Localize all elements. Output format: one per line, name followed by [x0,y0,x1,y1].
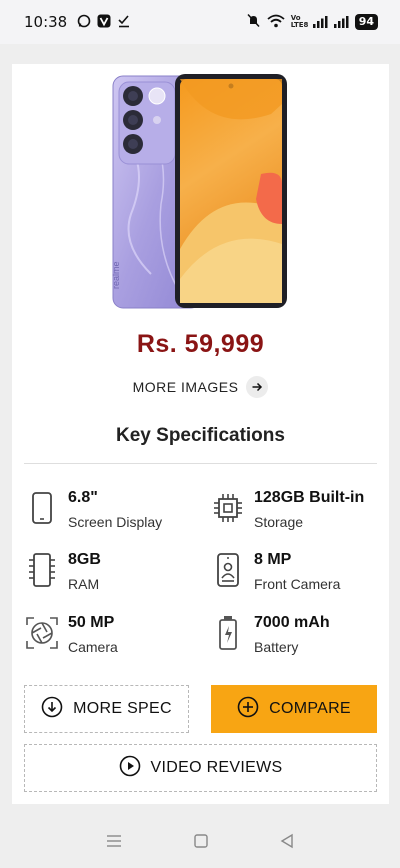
battery-icon [210,613,246,653]
spec-ram: 8GB RAM [24,550,101,594]
mute-icon [246,13,261,32]
product-card: realme Rs. 59,999 MORE IMAGES Key Specif… [12,64,389,804]
spec-battery: 7000 mAh Battery [210,613,330,657]
more-images-link[interactable]: MORE IMAGES [12,376,389,398]
spec-value: 6.8" [68,489,98,506]
spec-value: 8 MP [254,551,292,568]
spec-value: 50 MP [68,614,115,631]
spec-front-camera: 8 MP Front Camera [210,550,340,594]
brand-logo: realme [111,261,121,289]
menu-icon[interactable] [105,833,123,854]
wifi-icon [267,13,285,32]
arrow-down-circle-icon [41,696,63,723]
compare-label: COMPARE [269,700,351,717]
spec-value: 7000 mAh [254,614,330,631]
chip-icon [210,488,246,528]
spec-screen: 6.8" Screen Display [24,488,162,532]
home-icon[interactable] [193,833,209,854]
play-circle-icon [119,755,141,782]
more-spec-label: MORE SPEC [73,700,172,717]
ram-icon [24,550,60,590]
signal-icon [312,13,328,32]
whatsapp-icon [77,13,91,32]
spec-storage: 128GB Built-in Storage [210,488,364,532]
spec-label: Storage [254,514,304,530]
divider [24,463,377,464]
plus-circle-icon [237,696,259,723]
video-reviews-label: VIDEO REVIEWS [150,759,283,776]
signal-icon-2 [333,13,349,32]
video-reviews-button[interactable]: VIDEO REVIEWS [24,744,377,792]
volte-icon: Vo LTE8 [290,14,309,29]
camera-aperture-icon [24,613,60,653]
arrow-right-icon [246,376,269,398]
compare-button[interactable]: COMPARE [211,685,377,733]
product-image[interactable]: realme [111,74,291,312]
spec-label: Camera [68,639,118,655]
screen-icon [24,488,60,528]
v-app-icon [97,13,111,32]
spec-label: Screen Display [68,514,163,530]
system-navigation-bar [0,818,400,868]
spec-label: RAM [68,576,100,592]
key-specifications-title: Key Specifications [116,425,285,446]
back-icon[interactable] [279,833,295,854]
spec-label: Front Camera [254,576,341,592]
status-time: 10:38 [24,13,68,31]
status-bar: 10:38 Vo LTE8 94 [0,0,400,44]
battery-indicator: 94 [354,14,378,30]
product-price: Rs. 59,999 [136,330,265,358]
front-camera-icon [210,550,246,590]
more-spec-button[interactable]: MORE SPEC [24,685,189,733]
spec-value: 8GB [68,551,101,568]
spec-camera: 50 MP Camera [24,613,118,657]
more-images-label: MORE IMAGES [132,379,239,395]
download-done-icon [117,13,131,32]
spec-value: 128GB Built-in [254,489,365,506]
spec-label: Battery [254,639,299,655]
